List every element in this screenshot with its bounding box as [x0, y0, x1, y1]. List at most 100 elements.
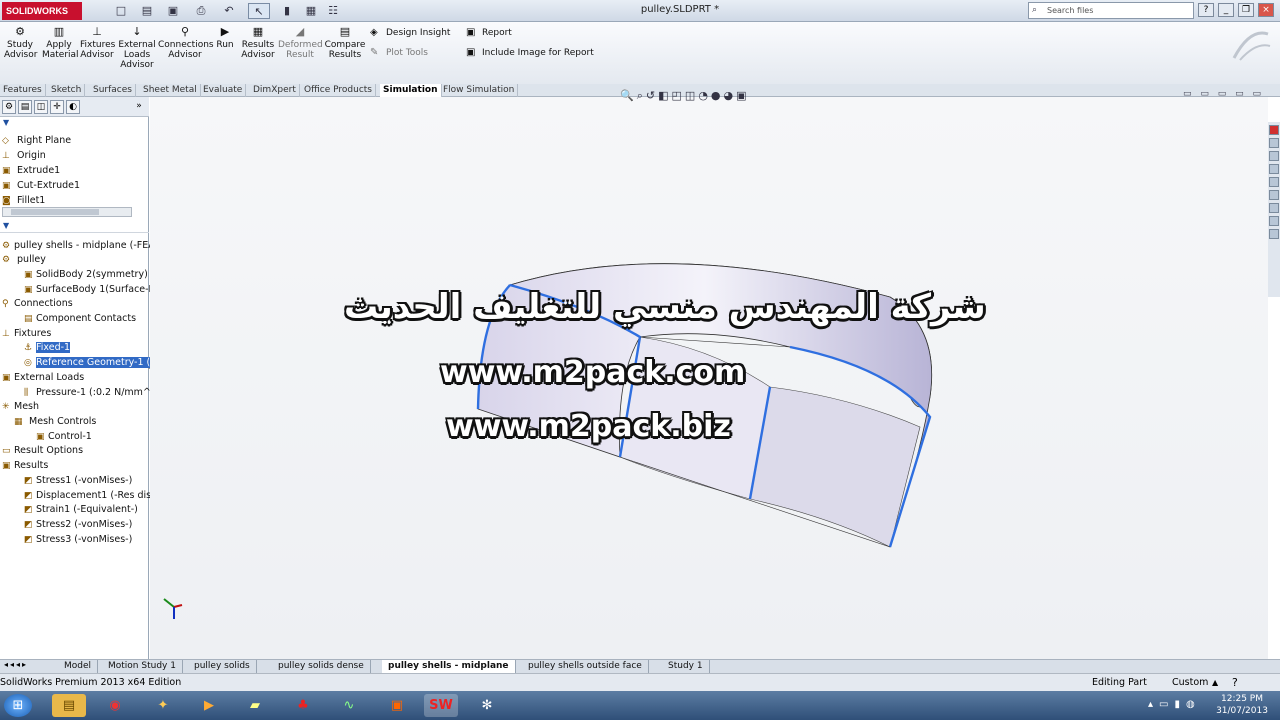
tree-item-external-loads[interactable]: ▣ External Loads [2, 371, 84, 385]
scrollbar-thumb[interactable] [11, 209, 99, 215]
plot-tools-button[interactable]: ✎ Plot Tools [370, 46, 428, 60]
tab-surfaces[interactable]: Surfaces [90, 84, 136, 97]
task-pane-resources-icon[interactable] [1269, 125, 1279, 135]
tree-item-surfacebody[interactable]: ▣ SurfaceBody 1(Surface-M [24, 283, 157, 297]
fixtures-advisor-button[interactable]: ⊥ Fixtures Advisor [80, 26, 115, 61]
system-tray-icons[interactable]: ▴▭▮◍ [1148, 699, 1201, 710]
tab-simulation[interactable]: Simulation [380, 84, 442, 97]
dimxpert-manager-icon[interactable]: ✛ [50, 100, 64, 114]
tree-item-solidbody[interactable]: ▣ SolidBody 2(symmetry) ( [24, 268, 155, 282]
restore-icon[interactable]: ❐ [1238, 3, 1254, 17]
tree-item-displacement1[interactable]: ◩ Displacement1 (-Res disp [24, 489, 157, 503]
tree-item-stress1[interactable]: ◩ Stress1 (-vonMises-) [24, 474, 132, 488]
search-input[interactable]: Search files [1028, 2, 1194, 19]
tab-sheet-metal[interactable]: Sheet Metal [140, 84, 201, 97]
tab-study-1[interactable]: Study 1 [662, 660, 710, 673]
grapher-icon[interactable]: ∿ [332, 694, 366, 717]
media-icon[interactable]: ▶ [192, 694, 226, 717]
configuration-manager-icon[interactable]: ◫ [34, 100, 48, 114]
chrome-icon[interactable]: ◉ [98, 694, 132, 717]
file-properties-icon[interactable]: ▦ [300, 3, 322, 19]
print-icon[interactable]: ⎙ [190, 3, 212, 19]
panel-expand-icon[interactable]: » [132, 100, 146, 114]
tab-features[interactable]: Features [0, 84, 46, 97]
report-button[interactable]: ▣ Report [466, 26, 512, 40]
connections-advisor-button[interactable]: ⚲ Connections Advisor [158, 26, 214, 61]
tree-item-component-contacts[interactable]: ▤ Component Contacts [24, 312, 136, 326]
tree-item-cut-extrude1[interactable]: ▣ Cut-Extrude1 [2, 179, 80, 193]
tree-item-right-plane[interactable]: ◇ Right Plane [2, 134, 71, 148]
tab-pulley-shells-outside-face[interactable]: pulley shells outside face [522, 660, 649, 673]
tab-evaluate[interactable]: Evaluate [200, 84, 247, 97]
tab-pulley-solids[interactable]: pulley solids [188, 660, 257, 673]
feature-tree-scrollbar[interactable] [2, 207, 132, 217]
deformed-result-button[interactable]: ◢ Deformed Result [278, 26, 323, 61]
tab-scroll-arrows[interactable]: ◂◂◂▸ [4, 660, 28, 669]
file-explorer-icon[interactable]: ▤ [52, 694, 86, 717]
task-pane-collapse-icon[interactable] [1269, 229, 1279, 239]
acrobat-icon[interactable]: ♣ [286, 694, 320, 717]
units-dropdown-icon[interactable]: ▲ [1212, 674, 1218, 691]
snowflake-app-icon[interactable]: ✻ [470, 694, 504, 717]
rebuild-icon[interactable]: ▮ [276, 3, 298, 19]
tree-item-reference-geometry[interactable]: ◎ Reference Geometry-1 (- [24, 356, 154, 370]
system-clock[interactable]: 12:25 PM 31/07/2013 [1212, 693, 1272, 717]
results-advisor-button[interactable]: ▦ Results Advisor [240, 26, 276, 61]
design-insight-button[interactable]: ◈ Design Insight [370, 26, 450, 40]
tab-model[interactable]: Model [58, 660, 99, 673]
solidworks-taskbar-icon[interactable]: SW [424, 694, 458, 717]
tree-item-strain1[interactable]: ◩ Strain1 (-Equivalent-) [24, 503, 138, 517]
graphics-viewport[interactable]: 🔍⌕↺◧◰◫◔●◕▣ ▭ ▭ ▭ ▭ ▭ شركة المهندس منسي ل… [150, 89, 1268, 659]
help-icon[interactable]: ? [1232, 674, 1238, 691]
tab-office-products[interactable]: Office Products [301, 84, 376, 97]
save-icon[interactable]: ▣ [162, 3, 184, 19]
run-button[interactable]: ▶ Run [214, 26, 236, 51]
tab-pulley-solids-dense[interactable]: pulley solids dense [272, 660, 371, 673]
tab-pulley-shells-midplane[interactable]: pulley shells - midplane [382, 660, 516, 673]
tree-item-mesh[interactable]: ✳ Mesh [2, 400, 39, 414]
study-root[interactable]: ⚙ pulley shells - midplane (-FEA- [2, 239, 158, 253]
tab-dimxpert[interactable]: DimXpert [250, 84, 300, 97]
task-pane-appearances-icon[interactable] [1269, 190, 1279, 200]
apply-material-button[interactable]: ▥ Apply Material [42, 26, 79, 61]
minimize-icon[interactable]: _ [1218, 3, 1234, 17]
display-manager-icon[interactable]: ◐ [66, 100, 80, 114]
task-pane-design-library-icon[interactable] [1269, 138, 1279, 148]
task-pane-forum-icon[interactable] [1269, 216, 1279, 226]
tree-item-extrude1[interactable]: ▣ Extrude1 [2, 164, 60, 178]
tree-item-pressure[interactable]: ⫼ Pressure-1 (:0.2 N/mm^2 [24, 386, 157, 400]
tree-item-pulley[interactable]: ⚙ pulley [2, 253, 46, 267]
close-icon[interactable]: × [1258, 3, 1274, 17]
select-cursor-icon[interactable]: ↖ [248, 3, 270, 19]
tree-item-results[interactable]: ▣ Results [2, 459, 48, 473]
tree-item-control-1[interactable]: ▣ Control-1 [36, 430, 92, 444]
task-pane-file-explorer-icon[interactable] [1269, 151, 1279, 161]
study-advisor-button[interactable]: ⚙ Study Advisor [4, 26, 37, 61]
tree-item-mesh-controls[interactable]: ▦ Mesh Controls [14, 415, 96, 429]
start-button[interactable]: ⊞ [4, 694, 32, 717]
property-manager-icon[interactable]: ▤ [18, 100, 32, 114]
tree-item-result-options[interactable]: ▭ Result Options [2, 444, 83, 458]
media-player-icon[interactable]: ✦ [146, 694, 180, 717]
help-icon[interactable]: ? [1198, 3, 1214, 17]
task-pane-view-palette-icon[interactable] [1269, 177, 1279, 187]
tree-item-fillet1[interactable]: ◙ Fillet1 [2, 194, 45, 208]
solidworks-logo[interactable]: SOLIDWORKS [2, 2, 82, 20]
undo-icon[interactable]: ↶ [218, 3, 240, 19]
tree-item-stress3[interactable]: ◩ Stress3 (-vonMises-) [24, 533, 132, 547]
tree-item-connections[interactable]: ⚲ Connections [2, 297, 73, 311]
feature-manager-icon[interactable]: ⚙ [2, 100, 16, 114]
open-folder-icon[interactable]: ▤ [136, 3, 158, 19]
powerpoint-icon[interactable]: ▣ [380, 694, 414, 717]
tab-flow-simulation[interactable]: Flow Simulation [440, 84, 519, 97]
task-pane-search-icon[interactable] [1269, 164, 1279, 174]
task-pane-custom-properties-icon[interactable] [1269, 203, 1279, 213]
status-units[interactable]: Custom [1172, 674, 1208, 691]
external-loads-advisor-button[interactable]: ↓ External Loads Advisor [118, 26, 156, 71]
include-image-button[interactable]: ▣ Include Image for Report [466, 46, 594, 60]
compare-results-button[interactable]: ▤ Compare Results [324, 26, 366, 61]
options-icon[interactable]: ☷ [322, 3, 344, 19]
study-filter-bar[interactable]: ▼ [0, 221, 149, 233]
tree-item-fixtures[interactable]: ⊥ Fixtures [2, 327, 51, 341]
tree-item-stress2[interactable]: ◩ Stress2 (-vonMises-) [24, 518, 132, 532]
